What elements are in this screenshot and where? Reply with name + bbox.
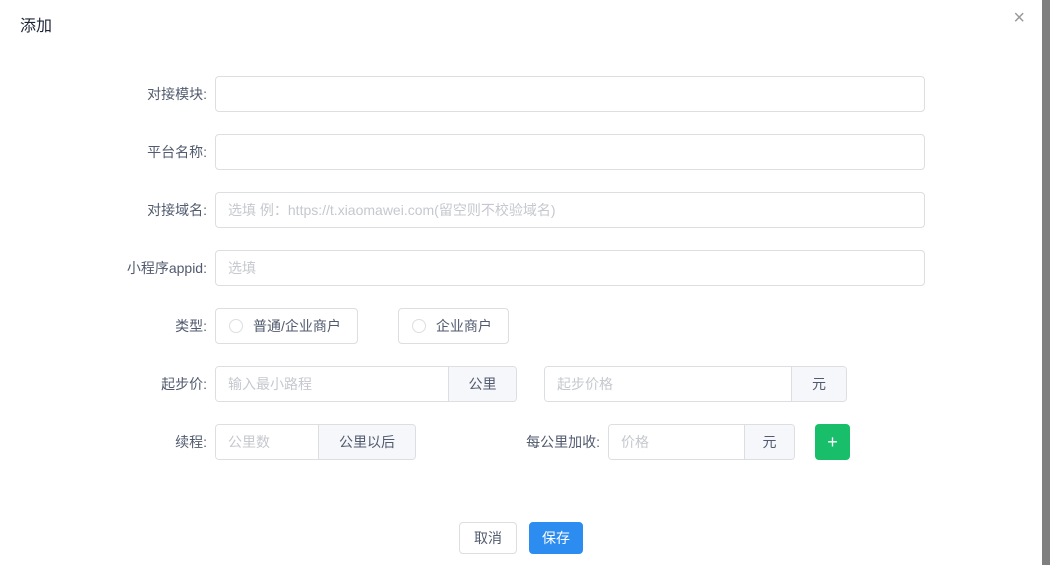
domain-label: 对接域名: xyxy=(0,200,215,220)
radio-circle-icon xyxy=(229,319,243,333)
min-distance-input[interactable] xyxy=(216,367,448,401)
module-input[interactable] xyxy=(215,76,925,112)
cancel-button[interactable]: 取消 xyxy=(459,522,517,554)
form-row-module: 对接模块: xyxy=(0,76,1042,112)
type-label: 类型: xyxy=(0,316,215,336)
appid-input[interactable] xyxy=(215,250,925,286)
base-price-input[interactable] xyxy=(545,367,791,401)
form-row-domain: 对接域名: xyxy=(0,192,1042,228)
add-dialog: 添加 × 对接模块: 平台名称: 对接域名: 小程序appid: 类型: 普通/… xyxy=(0,0,1042,565)
radio-label: 企业商户 xyxy=(436,316,492,336)
form-row-extra: 续程: 公里以后 每公里加收: 元 + xyxy=(0,424,1042,460)
base-price-group: 元 xyxy=(544,366,847,402)
dialog-title: 添加 xyxy=(20,12,52,36)
appid-label: 小程序appid: xyxy=(0,258,215,278)
close-icon[interactable]: × xyxy=(1013,8,1025,28)
platform-input[interactable] xyxy=(215,134,925,170)
radio-enterprise-merchant[interactable]: 企业商户 xyxy=(398,308,509,344)
extra-distance-input[interactable] xyxy=(216,425,318,459)
add-tier-button[interactable]: + xyxy=(815,424,850,460)
backdrop-strip xyxy=(1042,0,1050,565)
base-price-label: 起步价: xyxy=(0,374,215,394)
radio-circle-icon xyxy=(412,319,426,333)
per-km-price-unit: 元 xyxy=(744,425,794,459)
platform-label: 平台名称: xyxy=(0,142,215,162)
form-row-type: 类型: 普通/企业商户 企业商户 xyxy=(0,308,1042,344)
extra-distance-group: 公里以后 xyxy=(215,424,416,460)
dialog-footer: 取消 保存 xyxy=(0,522,1042,554)
add-form: 对接模块: 平台名称: 对接域名: 小程序appid: 类型: 普通/企业商户 … xyxy=(0,0,1042,554)
form-row-base-price: 起步价: 公里 元 xyxy=(0,366,1042,402)
per-km-label: 每公里加收: xyxy=(416,432,608,452)
base-price-unit: 元 xyxy=(791,367,846,401)
min-distance-unit: 公里 xyxy=(448,367,516,401)
radio-normal-enterprise-merchant[interactable]: 普通/企业商户 xyxy=(215,308,358,344)
extra-distance-unit: 公里以后 xyxy=(318,425,415,459)
form-row-appid: 小程序appid: xyxy=(0,250,1042,286)
module-label: 对接模块: xyxy=(0,84,215,104)
per-km-price-input[interactable] xyxy=(609,425,744,459)
per-km-price-group: 元 xyxy=(608,424,795,460)
form-row-platform: 平台名称: xyxy=(0,134,1042,170)
save-button[interactable]: 保存 xyxy=(529,522,583,554)
radio-label: 普通/企业商户 xyxy=(253,316,341,336)
domain-input[interactable] xyxy=(215,192,925,228)
extra-label: 续程: xyxy=(0,432,215,452)
min-distance-group: 公里 xyxy=(215,366,517,402)
